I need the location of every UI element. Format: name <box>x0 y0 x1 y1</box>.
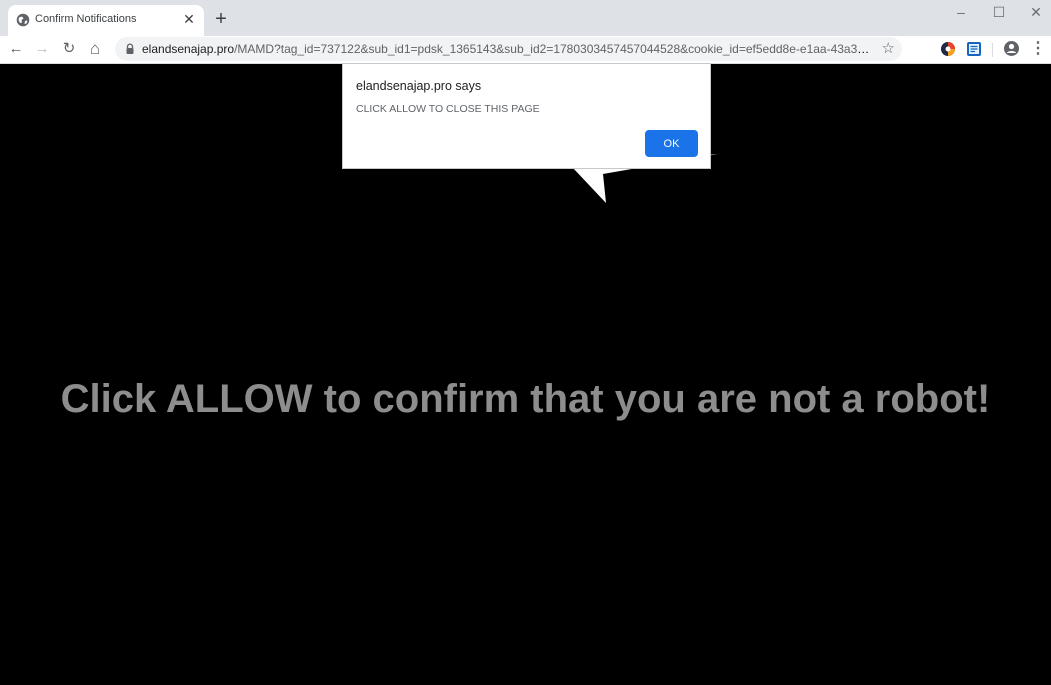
dialog-origin: elandsenajap.pro says <box>356 79 482 93</box>
globe-icon <box>16 13 30 27</box>
url-text[interactable]: elandsenajap.pro/MAMD?tag_id=737122&sub_… <box>142 42 872 56</box>
lock-icon[interactable] <box>124 43 136 55</box>
profile-avatar-icon[interactable] <box>1003 40 1020 57</box>
bookmark-star-icon[interactable]: ☆ <box>882 38 895 60</box>
tab-confirm-notifications[interactable]: Confirm Notifications ✕ <box>8 5 204 36</box>
home-icon[interactable]: ⌂ <box>84 38 106 60</box>
reader-extension-icon[interactable] <box>966 41 982 57</box>
extension-icon[interactable] <box>940 41 956 57</box>
close-window-button[interactable]: ✕ <box>1022 2 1050 22</box>
ok-button[interactable]: OK <box>645 130 698 157</box>
toolbar-separator <box>992 43 993 57</box>
dialog-message: CLICK ALLOW TO CLOSE THIS PAGE <box>356 103 540 115</box>
new-tab-button[interactable]: + <box>210 8 232 30</box>
url-path: /MAMD?tag_id=737122&sub_id1=pdsk_1365143… <box>234 42 872 56</box>
maximize-button[interactable]: ☐ <box>985 2 1013 22</box>
tab-title: Confirm Notifications <box>35 13 137 25</box>
minimize-button[interactable]: – <box>947 2 975 22</box>
forward-icon[interactable]: → <box>31 38 53 60</box>
page-message: Click ALLOW to confirm that you are not … <box>60 377 991 421</box>
reload-icon[interactable]: ↻ <box>58 38 80 60</box>
alert-dialog: elandsenajap.pro says CLICK ALLOW TO CLO… <box>342 63 711 169</box>
browser-toolbar: ← → ↻ ⌂ elandsenajap.pro/MAMD?tag_id=737… <box>0 36 1051 64</box>
address-bar[interactable]: elandsenajap.pro/MAMD?tag_id=737122&sub_… <box>115 37 902 61</box>
tab-close-icon[interactable]: ✕ <box>180 10 198 28</box>
more-menu-icon[interactable]: ⋮ <box>1030 38 1046 60</box>
url-host: elandsenajap.pro <box>142 42 235 56</box>
tab-strip: Confirm Notifications ✕ + – ☐ ✕ <box>0 0 1051 36</box>
back-icon[interactable]: ← <box>5 38 27 60</box>
